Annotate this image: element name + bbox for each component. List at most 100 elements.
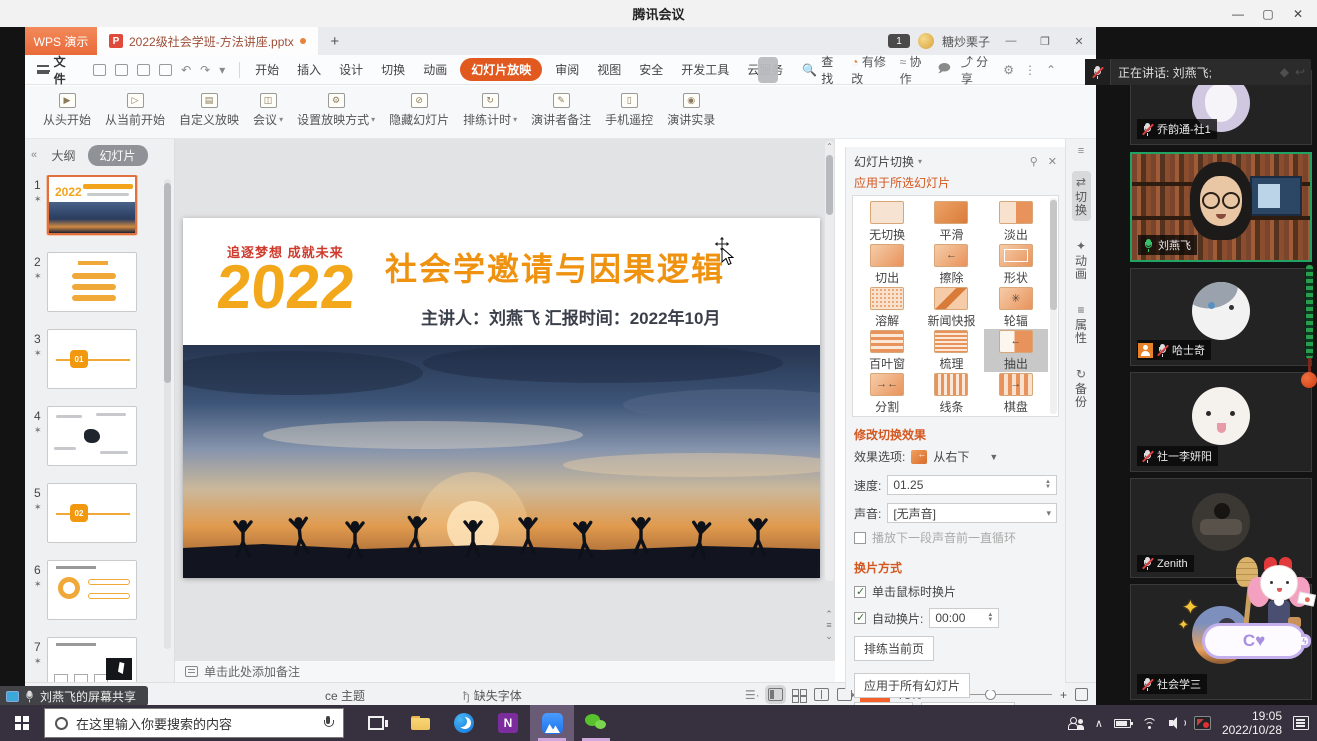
panel-title-caret-icon[interactable]: ▾ <box>918 157 922 166</box>
wifi-icon[interactable] <box>1142 717 1158 729</box>
tool-隐藏幻灯片[interactable]: ⊘隐藏幻灯片 <box>389 93 449 128</box>
more-options-icon[interactable]: ⋮ <box>1024 63 1036 77</box>
fit-to-window-icon[interactable] <box>1075 688 1088 701</box>
slide-thumbnail-3[interactable]: 01 <box>47 329 137 389</box>
transition-百叶窗[interactable]: 百叶窗 <box>855 329 919 372</box>
wps-app-tab[interactable]: WPS 演示 <box>25 27 97 55</box>
slide-sorter-view-button[interactable] <box>791 688 806 701</box>
transition-平滑[interactable]: 平滑 <box>919 200 983 243</box>
undo-icon[interactable]: ↶ <box>181 63 191 77</box>
tool-演讲实录[interactable]: ◉演讲实录 <box>667 93 715 128</box>
missing-font-label[interactable]: ђ缺失字体 <box>463 687 522 704</box>
tool-会议[interactable]: ◫会议▾ <box>253 93 283 128</box>
slide-editor[interactable]: 追逐梦想 成就未来 2022 社会学邀请与因果逻辑 主讲人：刘燕飞 汇报时间：2… <box>183 218 820 578</box>
slide-thumbnail-1[interactable]: 2022 <box>47 175 137 235</box>
file-menu-button[interactable]: 文件 <box>25 53 85 87</box>
customize-quick-access-icon[interactable]: ▾ <box>219 63 225 77</box>
menu-幻灯片放映[interactable]: 幻灯片放映 <box>460 58 542 81</box>
tool-自定义放映[interactable]: ▤自定义放映 <box>179 93 239 128</box>
wps-minimize-button[interactable]: — <box>998 35 1024 47</box>
wps-close-button[interactable]: ✕ <box>1066 35 1092 48</box>
tool-排练计时[interactable]: ↻排练计时▾ <box>463 93 517 128</box>
participant-tile-Zenith[interactable]: Zenith <box>1130 478 1312 578</box>
on-click-checkbox[interactable] <box>854 586 866 598</box>
menu-安全[interactable]: 安全 <box>630 61 672 78</box>
effect-dropdown-caret-icon[interactable]: ▼ <box>989 452 998 462</box>
collapse-panel-icon[interactable]: « <box>31 149 37 161</box>
user-avatar[interactable] <box>918 33 934 49</box>
people-tray-icon[interactable] <box>1068 717 1084 729</box>
doc-count-badge[interactable]: 1 <box>888 34 910 48</box>
auto-advance-checkbox[interactable] <box>854 612 866 624</box>
close-button[interactable]: ✕ <box>1283 7 1313 21</box>
transition-线条[interactable]: 线条 <box>919 372 983 415</box>
collapse-ribbon-icon[interactable]: ⌃ <box>1046 63 1056 77</box>
participant-tile-社一李妍阳[interactable]: 社一李妍阳 <box>1130 372 1312 472</box>
menu-视图[interactable]: 视图 <box>588 61 630 78</box>
transition-无切换[interactable]: 无切换 <box>855 200 919 243</box>
taskbar-search-input[interactable]: 在这里输入你要搜索的内容 <box>44 708 344 738</box>
transition-切出[interactable]: 切出 <box>855 243 919 286</box>
transition-棋盘[interactable]: →棋盘 <box>984 372 1048 415</box>
sound-dropdown[interactable]: [无声音] ▾ <box>887 503 1057 523</box>
thumbnail-scrollbar[interactable] <box>164 179 171 649</box>
menu-设计[interactable]: 设计 <box>330 61 372 78</box>
loop-sound-option[interactable]: 播放下一段声音前一直循环 <box>846 525 1065 550</box>
action-center-icon[interactable] <box>1293 716 1309 730</box>
tray-expand-icon[interactable]: ∧ <box>1095 717 1103 730</box>
participant-tile-社会学三[interactable]: 社会学三 <box>1130 584 1312 700</box>
taskbar-app-task-view[interactable] <box>354 705 398 741</box>
transition-擦除[interactable]: ←擦除 <box>919 243 983 286</box>
settings-gear-icon[interactable]: ⚙ <box>1003 63 1014 77</box>
document-tab[interactable]: P 2022级社会学班-方法讲座.pptx <box>97 27 318 55</box>
transition-溶解[interactable]: 溶解 <box>855 286 919 329</box>
modified-status[interactable]: ◔ 有修改 <box>851 53 889 87</box>
side-tab-切换[interactable]: ⇄切换 <box>1072 171 1091 221</box>
menu-插入[interactable]: 插入 <box>288 61 330 78</box>
side-tab-属性[interactable]: ≡属性 <box>1072 299 1091 349</box>
transition-抽出[interactable]: ←抽出 <box>984 329 1048 372</box>
menu-开始[interactable]: 开始 <box>246 61 288 78</box>
notes-bar[interactable]: 单击此处添加备注 <box>175 660 835 682</box>
speed-stepper[interactable]: ▲▼ <box>1045 480 1051 490</box>
normal-view-button[interactable] <box>768 688 783 701</box>
battery-icon[interactable] <box>1114 719 1131 728</box>
slide-thumbnail-5[interactable]: 02 <box>47 483 137 543</box>
taskbar-app-wechat[interactable] <box>574 705 618 741</box>
transition-淡出[interactable]: 淡出 <box>984 200 1048 243</box>
effect-options-value[interactable]: 从右下 <box>933 448 969 465</box>
taskbar-app-qq-browser[interactable] <box>442 705 486 741</box>
transition-梳理[interactable]: 梳理 <box>919 329 983 372</box>
print-icon[interactable] <box>137 64 150 76</box>
status-menu-icon[interactable]: ☰· <box>745 688 760 702</box>
tool-从头开始[interactable]: ▶从头开始 <box>43 93 91 128</box>
minimize-button[interactable]: — <box>1223 7 1253 21</box>
search-mic-icon[interactable] <box>323 716 333 731</box>
find-button[interactable]: 🔍 查找 <box>792 53 851 87</box>
tool-演讲者备注[interactable]: ✎演讲者备注 <box>531 93 591 128</box>
user-name[interactable]: 糖炒栗子 <box>942 33 990 50</box>
panel-menu-icon[interactable]: ≡ <box>1078 145 1084 157</box>
slide-thumbnail-7[interactable] <box>47 637 137 682</box>
auto-advance-time-field[interactable]: 00:00 ▲▼ <box>929 608 999 628</box>
transition-形状[interactable]: 形状 <box>984 243 1048 286</box>
screen-record-tray-icon[interactable] <box>1194 716 1211 730</box>
save-icon[interactable] <box>93 64 106 76</box>
side-tab-动画[interactable]: ✦动画 <box>1072 235 1091 285</box>
taskbar-app-onenote[interactable]: N <box>486 705 530 741</box>
loop-checkbox[interactable] <box>854 532 866 544</box>
slide-thumbnail-6[interactable] <box>47 560 137 620</box>
transition-分割[interactable]: →←分割 <box>855 372 919 415</box>
advance-on-click-option[interactable]: 单击鼠标时换片 <box>846 579 1065 604</box>
menu-开发工具[interactable]: 开发工具 <box>672 61 738 78</box>
speaker-icon[interactable] <box>1169 717 1183 729</box>
taskbar-clock[interactable]: 19:05 2022/10/28 <box>1222 709 1282 737</box>
slide-thumbnail-2[interactable] <box>47 252 137 312</box>
start-button[interactable] <box>0 705 44 741</box>
wps-restore-button[interactable]: ❐ <box>1032 35 1058 48</box>
new-tab-button[interactable]: + <box>318 33 352 50</box>
tool-手机遥控[interactable]: ▯手机遥控 <box>605 93 653 128</box>
participant-tile-刘燕飞[interactable]: 刘燕飞 <box>1130 152 1312 262</box>
taskbar-app-tencent-meeting[interactable] <box>530 705 574 741</box>
output-icon[interactable] <box>115 64 128 76</box>
